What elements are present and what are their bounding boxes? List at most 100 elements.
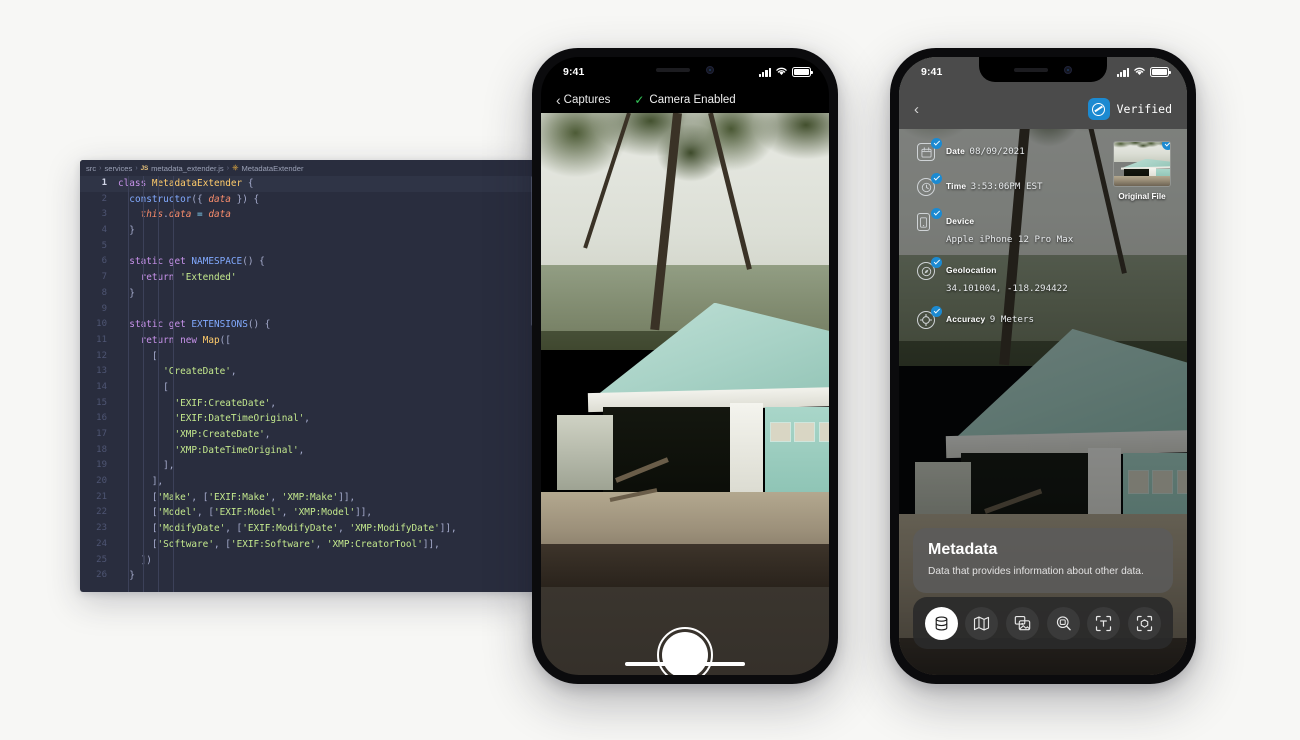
line-number: 7: [101, 272, 107, 283]
metadata-label: Time: [946, 181, 967, 191]
metadata-row-accuracy[interactable]: Accuracy 9 Meters: [917, 306, 1097, 331]
text-scan-icon[interactable]: [1087, 606, 1121, 640]
home-indicator[interactable]: [625, 662, 745, 666]
code-line[interactable]: 12 [: [80, 349, 535, 365]
camera-enabled-label: Camera Enabled: [649, 94, 736, 106]
camera-enabled-status: ✓ Camera Enabled: [634, 94, 735, 106]
verified-check-icon: [931, 257, 942, 268]
line-number: 6: [101, 256, 107, 267]
phone-metadata-screen: ‹ Verified Date 08/09/2021 Time 3:53:06P…: [890, 48, 1196, 684]
verified-check-icon: [931, 173, 942, 184]
code-line[interactable]: 6 static get NAMESPACE() {: [80, 254, 535, 270]
code-line[interactable]: 2 constructor({ data }) {: [80, 192, 535, 208]
phone-camera-screen: ‹ Captures ✓ Camera Enabled 9:41: [532, 48, 838, 684]
class-symbol-icon: ⎈: [232, 163, 239, 172]
shutter-button[interactable]: [657, 627, 713, 675]
metadata-row-geolocation[interactable]: Geolocation 34.101004, -118.294422: [917, 257, 1097, 296]
breadcrumb-item-file[interactable]: metadata_extender.js: [151, 164, 224, 173]
object-scan-icon[interactable]: [1128, 606, 1162, 640]
code-line[interactable]: 4 }: [80, 223, 535, 239]
back-button-label: Captures: [563, 94, 611, 106]
status-time: 9:41: [563, 66, 585, 78]
code-line[interactable]: 25 ]): [80, 553, 535, 569]
code-line[interactable]: 10 static get EXTENSIONS() {: [80, 317, 535, 333]
battery-icon: [792, 67, 813, 77]
magnify-exif-icon[interactable]: [1046, 606, 1080, 640]
front-camera-icon: [706, 65, 714, 74]
line-number: 5: [101, 240, 107, 251]
code-line[interactable]: 3 this.data = data: [80, 207, 535, 223]
code-line[interactable]: 24 ['Software', ['EXIF:Software', 'XMP:C…: [80, 537, 535, 553]
line-number: 13: [96, 366, 107, 377]
line-number: 9: [101, 303, 107, 314]
back-button[interactable]: ‹: [914, 102, 919, 117]
verified-status[interactable]: Verified: [1087, 98, 1172, 120]
code-line[interactable]: 15 'EXIF:CreateDate',: [80, 396, 535, 412]
metadata-label: Geolocation: [946, 265, 997, 275]
breadcrumb-separator: ›: [99, 164, 102, 172]
metadata-info-card[interactable]: Metadata Data that provides information …: [913, 527, 1173, 593]
cellular-signal-icon: [758, 67, 771, 77]
clock-icon: [917, 173, 942, 198]
code-line[interactable]: 5: [80, 239, 535, 255]
metadata-row-date[interactable]: Date 08/09/2021: [917, 138, 1097, 163]
breadcrumb[interactable]: src › services › JS metadata_extender.js…: [80, 160, 535, 176]
code-line[interactable]: 1 class MetadataExtender {: [80, 176, 535, 192]
code-line[interactable]: 19 ],: [80, 458, 535, 474]
metadata-row-time[interactable]: Time 3:53:06PM EST: [917, 173, 1097, 198]
breadcrumb-item-symbol[interactable]: MetadataExtender: [241, 164, 303, 173]
code-editor-window[interactable]: src › services › JS metadata_extender.js…: [80, 160, 535, 592]
back-to-captures-button[interactable]: ‹ Captures: [556, 93, 610, 107]
breadcrumb-item-src[interactable]: src: [86, 164, 96, 173]
metadata-value: Apple iPhone 12 Pro Max: [946, 234, 1074, 245]
line-number: 17: [96, 429, 107, 439]
code-line[interactable]: 18 'XMP:DateTimeOriginal',: [80, 443, 535, 459]
code-line[interactable]: 21 ['Make', ['EXIF:Make', 'XMP:Make']],: [80, 490, 535, 506]
code-line[interactable]: 7 return 'Extended': [80, 270, 535, 286]
verified-check-icon: [1162, 142, 1170, 150]
battery-icon: [1150, 67, 1171, 77]
code-line[interactable]: 22 ['Model', ['EXIF:Model', 'XMP:Model']…: [80, 505, 535, 521]
line-number: 2: [101, 193, 107, 204]
line-number: 8: [101, 287, 107, 298]
line-number: 19: [96, 460, 107, 471]
metadata-screen: ‹ Verified Date 08/09/2021 Time 3:53:06P…: [899, 57, 1187, 675]
database-icon[interactable]: [924, 606, 958, 640]
camera-top-bar: ‹ Captures ✓ Camera Enabled: [541, 87, 829, 113]
code-line[interactable]: 14 [: [80, 380, 535, 396]
line-number: 11: [96, 334, 107, 345]
compass-icon: [917, 257, 942, 282]
code-line[interactable]: 13 'CreateDate',: [80, 364, 535, 380]
metadata-card-description: Data that provides information about oth…: [928, 565, 1144, 577]
original-file-image[interactable]: [1113, 141, 1171, 187]
map-icon[interactable]: [965, 606, 999, 640]
code-line[interactable]: 8 }: [80, 286, 535, 302]
verified-check-icon: [931, 306, 942, 317]
metadata-label: Device: [946, 216, 975, 226]
code-line[interactable]: 16 'EXIF:DateTimeOriginal',: [80, 411, 535, 427]
verified-label: Verified: [1116, 102, 1172, 116]
line-number: 4: [101, 225, 107, 236]
line-number: 21: [96, 491, 107, 502]
original-file-thumbnail[interactable]: Original File: [1110, 141, 1174, 201]
bottom-toolbar: [913, 597, 1173, 649]
metadata-value: 08/09/2021: [969, 146, 1025, 157]
chevron-left-icon: ‹: [556, 92, 561, 108]
metadata-value: 3:53:06PM EST: [970, 181, 1043, 192]
code-line[interactable]: 23 ['ModifyDate', ['EXIF:ModifyDate', 'X…: [80, 521, 535, 537]
code-line[interactable]: 26 }: [80, 568, 535, 584]
earpiece-speaker: [1014, 67, 1048, 72]
code-line[interactable]: 11 return new Map([: [80, 333, 535, 349]
code-line[interactable]: 17 'XMP:CreateDate',: [80, 427, 535, 443]
line-number: 15: [96, 397, 107, 408]
metadata-card-title: Metadata: [928, 540, 998, 558]
code-text-area[interactable]: 1 class MetadataExtender { 2 constructor(…: [80, 176, 535, 592]
code-line[interactable]: 20 ],: [80, 474, 535, 490]
metadata-value: 9 Meters: [989, 314, 1035, 325]
original-file-label: Original File: [1118, 192, 1166, 201]
breadcrumb-item-services[interactable]: services: [104, 164, 132, 173]
line-number: 10: [96, 319, 107, 330]
code-line[interactable]: 9: [80, 302, 535, 318]
photo-stack-icon[interactable]: [1006, 606, 1040, 640]
metadata-row-device[interactable]: Device Apple iPhone 12 Pro Max: [917, 208, 1097, 247]
